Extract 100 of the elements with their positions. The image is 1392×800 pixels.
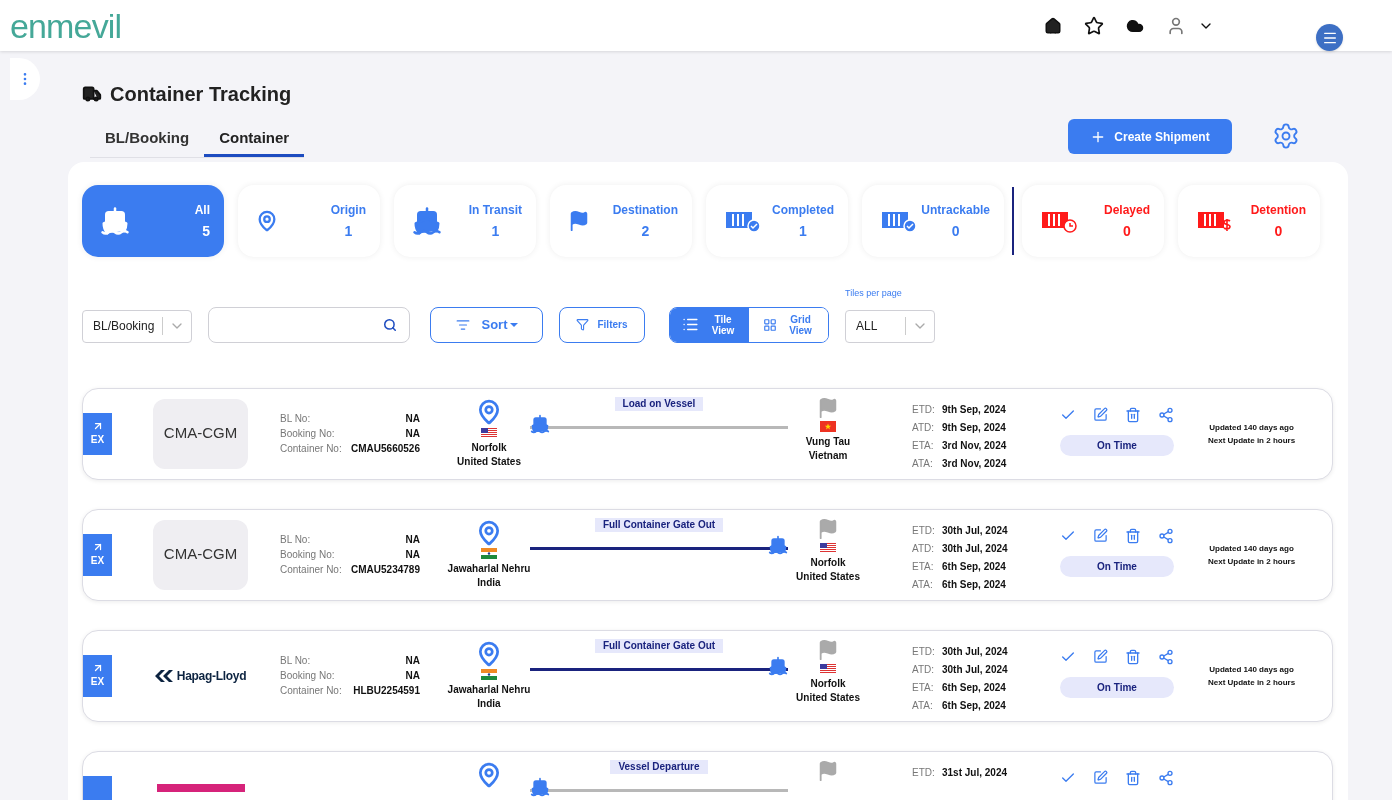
us-flag-icon [820, 542, 836, 553]
user-icon[interactable] [1166, 15, 1186, 36]
carrier-logo: Hapag-Lloyd [153, 640, 248, 711]
next-update-text: Next Update in 2 hours [1208, 434, 1296, 447]
field-label: Booking No: [280, 668, 335, 683]
sidebar-toggle[interactable] [10, 58, 40, 100]
container-check-icon [880, 209, 918, 233]
vietnam-flag-icon [820, 421, 836, 432]
field-label: BL No: [280, 411, 311, 426]
date-value: 6th Sep, 2024 [942, 577, 1006, 592]
delete-icon[interactable] [1125, 648, 1141, 665]
page-title: Container Tracking [110, 82, 292, 107]
share-icon[interactable] [1158, 527, 1174, 544]
status-filter-tile[interactable]: Origin 1 [238, 185, 380, 257]
date-value: 9th Sep, 2024 [942, 402, 1006, 417]
origin-city: Jawaharlal Nehru [447, 561, 531, 576]
us-flag-icon [820, 663, 836, 674]
origin-country: United States [457, 454, 521, 469]
india-flag-icon [481, 548, 497, 559]
date-label: ATA: [912, 577, 934, 592]
location-pin-icon [256, 210, 278, 232]
date-value: 6th Sep, 2024 [942, 698, 1006, 713]
status-pill: On Time [1060, 434, 1174, 456]
date-label: ATD: [912, 541, 934, 556]
delete-icon[interactable] [1125, 527, 1141, 544]
destination-city: Norfolk [810, 555, 846, 570]
caret-icon [509, 322, 518, 327]
date-value: 30th Jul, 2024 [942, 644, 1008, 659]
origin-pin-icon [476, 398, 502, 425]
flag-icon [568, 210, 590, 232]
origin-city: Jawaharlal Nehru [447, 682, 531, 697]
search-icon [383, 317, 397, 332]
container-clock-icon [1040, 209, 1078, 233]
status-filter-tile[interactable]: Delayed 0 [1022, 185, 1164, 257]
status-pill: On Time [1060, 676, 1174, 698]
updated-text: Updated 140 days ago [1209, 663, 1294, 676]
tiles-per-page-select[interactable]: ALL [845, 309, 935, 343]
sort-button[interactable]: Sort [430, 306, 543, 343]
grid-icon [762, 317, 777, 332]
date-label: ETA: [912, 438, 934, 453]
date-label: ETD: [912, 523, 934, 538]
event-label: Full Container Gate Out [594, 638, 724, 653]
field-label: BL No: [280, 653, 311, 668]
share-icon[interactable] [1158, 769, 1174, 786]
edit-icon[interactable] [1093, 769, 1108, 786]
export-tag-button[interactable]: EX [83, 533, 112, 576]
destination-flag-icon [817, 759, 839, 782]
origin-pin-icon [476, 761, 502, 788]
status-filter-tile[interactable]: All 5 [82, 185, 224, 257]
share-icon[interactable] [1158, 406, 1174, 423]
edit-icon[interactable] [1093, 527, 1108, 544]
delete-icon[interactable] [1125, 406, 1141, 423]
create-shipment-button[interactable]: Create Shipment [1068, 119, 1232, 154]
status-filter-tile[interactable]: Detention 0 [1178, 185, 1320, 257]
settings-icon[interactable] [1272, 122, 1300, 150]
status-filter-tile[interactable]: Completed 1 [706, 185, 848, 257]
export-tag-button[interactable]: EX [83, 654, 112, 697]
event-label: Load on Vessel [614, 396, 704, 411]
tab[interactable]: Container [204, 123, 305, 157]
date-value: 30th Jul, 2024 [942, 541, 1008, 556]
field-value: HLBU2254591 [353, 683, 420, 698]
field-value: NA [405, 411, 420, 426]
view-toggle[interactable]: Tile View [670, 307, 749, 342]
home-icon[interactable] [1044, 16, 1062, 35]
field-value: NA [405, 653, 420, 668]
tab[interactable]: BL/Booking [90, 123, 205, 157]
status-filter-tile[interactable]: Destination 2 [550, 185, 692, 257]
us-flag-icon [481, 427, 497, 438]
share-icon[interactable] [1158, 648, 1174, 665]
date-value: 31st Jul, 2024 [942, 765, 1008, 780]
destination-flag-icon [817, 396, 839, 419]
container-dollar-icon [1196, 209, 1234, 233]
search-type-select[interactable]: BL/Booking [82, 309, 192, 343]
delete-icon[interactable] [1125, 769, 1141, 786]
next-update-text: Next Update in 2 hours [1208, 555, 1296, 568]
date-value: 30th Jul, 2024 [942, 662, 1008, 677]
date-label: ETD: [912, 644, 934, 659]
star-icon[interactable] [1084, 15, 1104, 36]
brand-logo[interactable]: enmevil [10, 8, 122, 43]
origin-country: India [477, 575, 501, 590]
date-value: 30th Jul, 2024 [942, 523, 1008, 538]
origin-city: Norfolk [471, 440, 507, 455]
date-label: ETD: [912, 402, 934, 417]
search-field[interactable] [208, 306, 410, 343]
status-filter-tile[interactable]: Untrackable 0 [862, 185, 1004, 257]
date-label: ETA: [912, 559, 934, 574]
list-icon [682, 316, 699, 333]
date-value: 6th Sep, 2024 [942, 680, 1006, 695]
india-flag-icon [481, 669, 497, 680]
edit-icon[interactable] [1093, 648, 1108, 665]
field-value: CMAU5234789 [351, 562, 420, 577]
updated-text: Updated 140 days ago [1209, 542, 1294, 555]
field-value: NA [405, 426, 420, 441]
filters-button[interactable]: Filters [559, 306, 645, 343]
carrier-logo: CMA-CGM [153, 519, 248, 590]
status-filter-tile[interactable]: In Transit 1 [394, 185, 536, 257]
export-tag-button[interactable]: EX [83, 412, 112, 455]
field-label: BL No: [280, 532, 311, 547]
destination-flag-icon [817, 517, 839, 540]
edit-icon[interactable] [1093, 406, 1108, 423]
